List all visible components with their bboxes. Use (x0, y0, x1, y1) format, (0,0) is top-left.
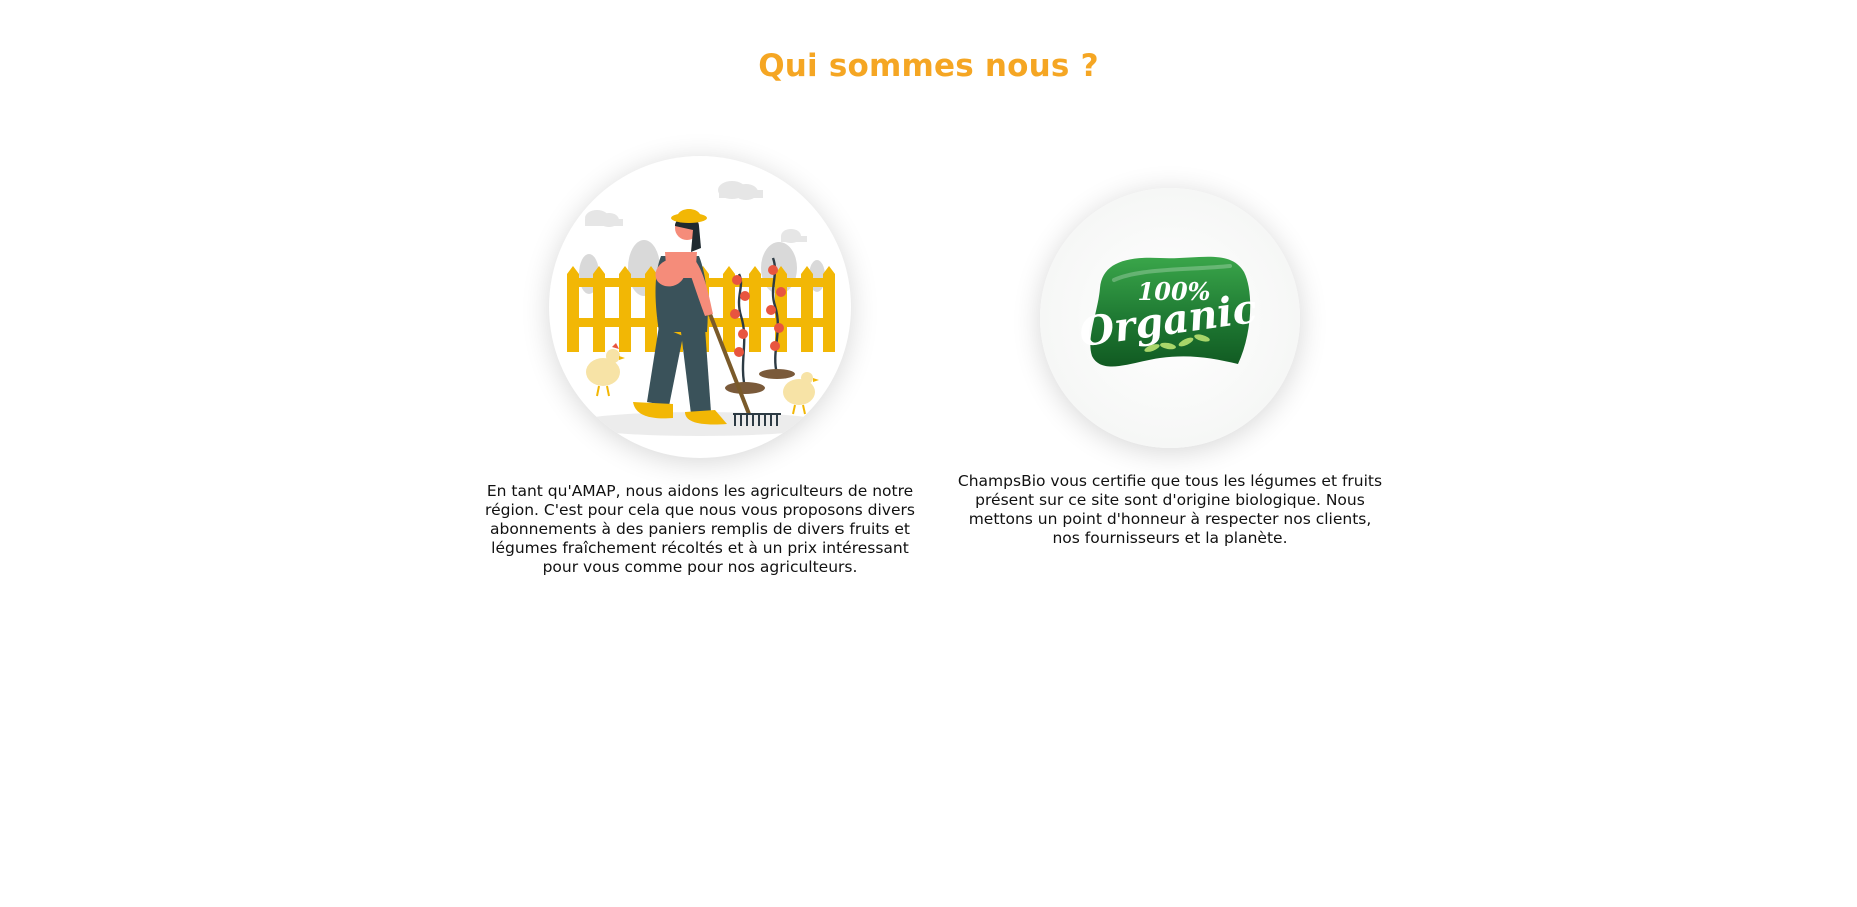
card-organic-text: ChampsBio vous certifie que tous les lég… (957, 472, 1383, 547)
card-organic: 100% Organic ChampsBio vous certifie que… (955, 188, 1385, 548)
organic-illustration-circle: 100% Organic (1040, 188, 1300, 448)
card-amap-text: En tant qu'AMAP, nous aidons les agricul… (485, 482, 915, 576)
organic-badge-illustration: 100% Organic (1077, 256, 1260, 367)
section-title: Qui sommes nous ? (758, 48, 1099, 84)
farmer-raking-illustration (567, 181, 835, 436)
page: Qui sommes nous ? En tant qu'AMAP, nous … (0, 0, 1857, 907)
card-amap: En tant qu'AMAP, nous aidons les agricul… (484, 156, 916, 577)
farmer-illustration-circle (549, 156, 851, 458)
